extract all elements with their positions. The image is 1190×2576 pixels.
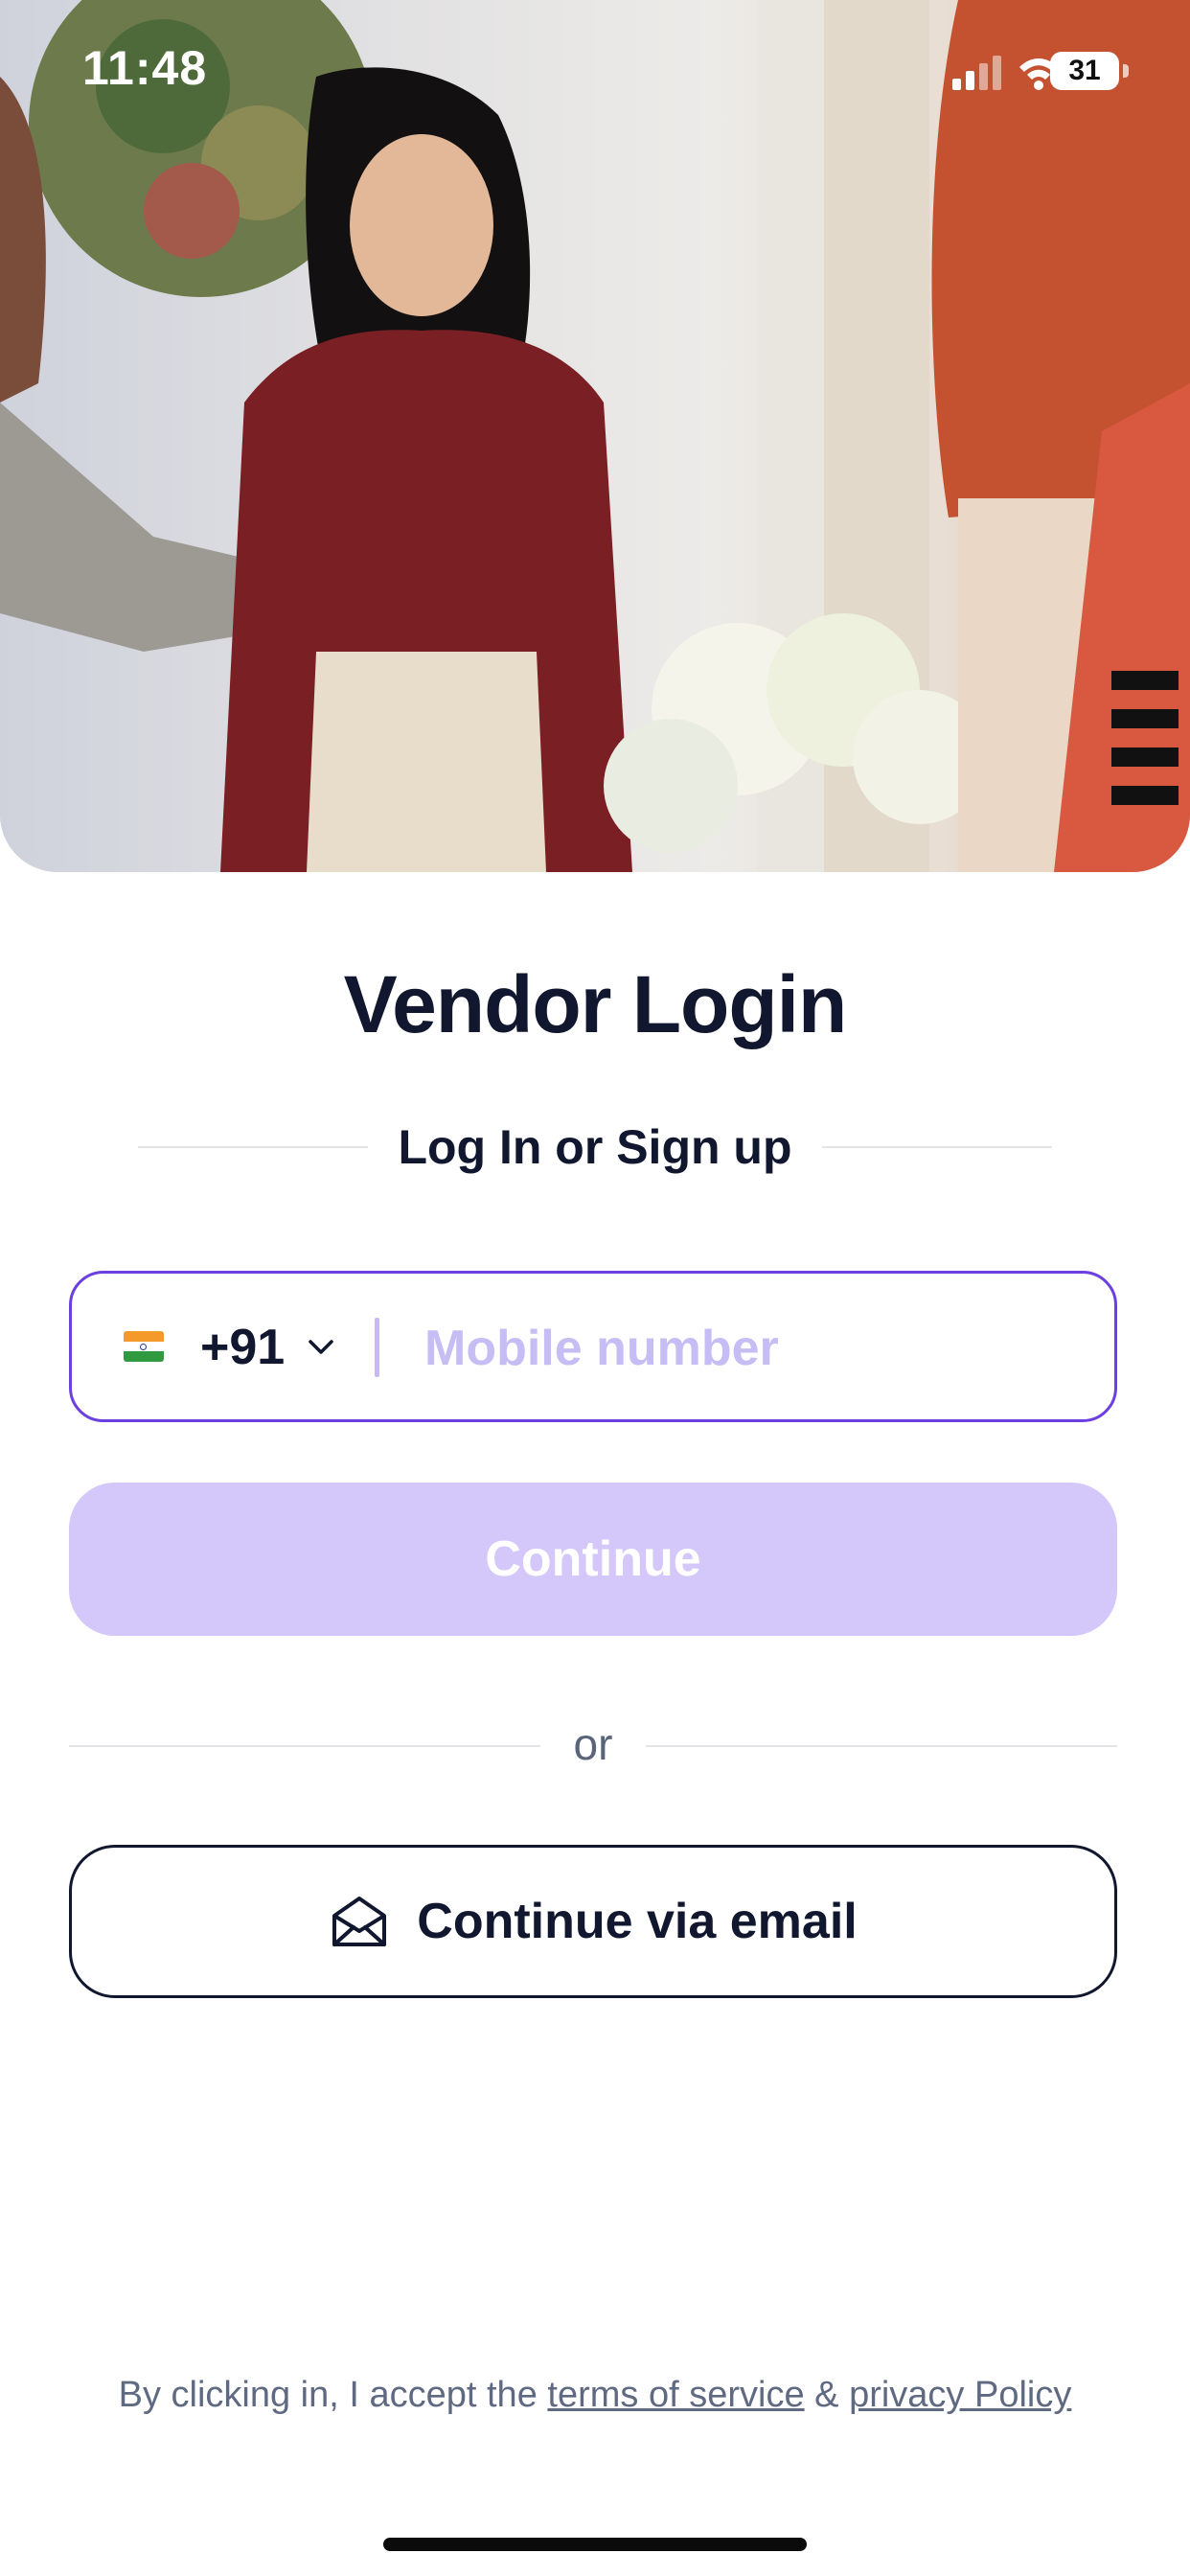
status-time: 11:48 [82,41,208,95]
status-bar: 11:48 31 [0,0,1190,144]
continue-button[interactable]: Continue [69,1483,1117,1636]
india-flag-icon[interactable] [124,1331,164,1362]
or-label: or [573,1719,613,1769]
legal-notice: By clicking in, I accept the terms of se… [0,2375,1190,2416]
legal-prefix: By clicking in, I accept the [118,2375,538,2415]
country-code[interactable]: +91 [200,1318,285,1377]
status-icons: 31 [912,52,1133,94]
subtitle-divider-right [822,1146,1052,1148]
battery-cap [1123,64,1129,78]
envelope-icon [332,1897,387,1946]
home-indicator[interactable] [383,2538,807,2551]
battery-icon: 31 [1050,52,1119,90]
continue-via-email-button[interactable]: Continue via email [69,1845,1117,1998]
phone-number-field[interactable]: +91 [69,1271,1117,1422]
mobile-number-input[interactable] [423,1308,1087,1389]
input-divider [375,1318,379,1377]
subtitle-row: Log In or Sign up [138,1116,1052,1178]
page-title: Vendor Login [343,959,848,1049]
privacy-policy-link[interactable]: privacy Policy [849,2375,1071,2415]
or-separator: or [69,1715,1117,1773]
continue-via-email-label: Continue via email [417,1894,858,1949]
chevron-down-icon[interactable] [302,1327,340,1366]
terms-of-service-link[interactable]: terms of service [547,2375,804,2415]
cellular-signal-icon [952,56,1001,90]
legal-joiner: & [814,2375,839,2415]
or-divider-right [646,1745,1117,1747]
